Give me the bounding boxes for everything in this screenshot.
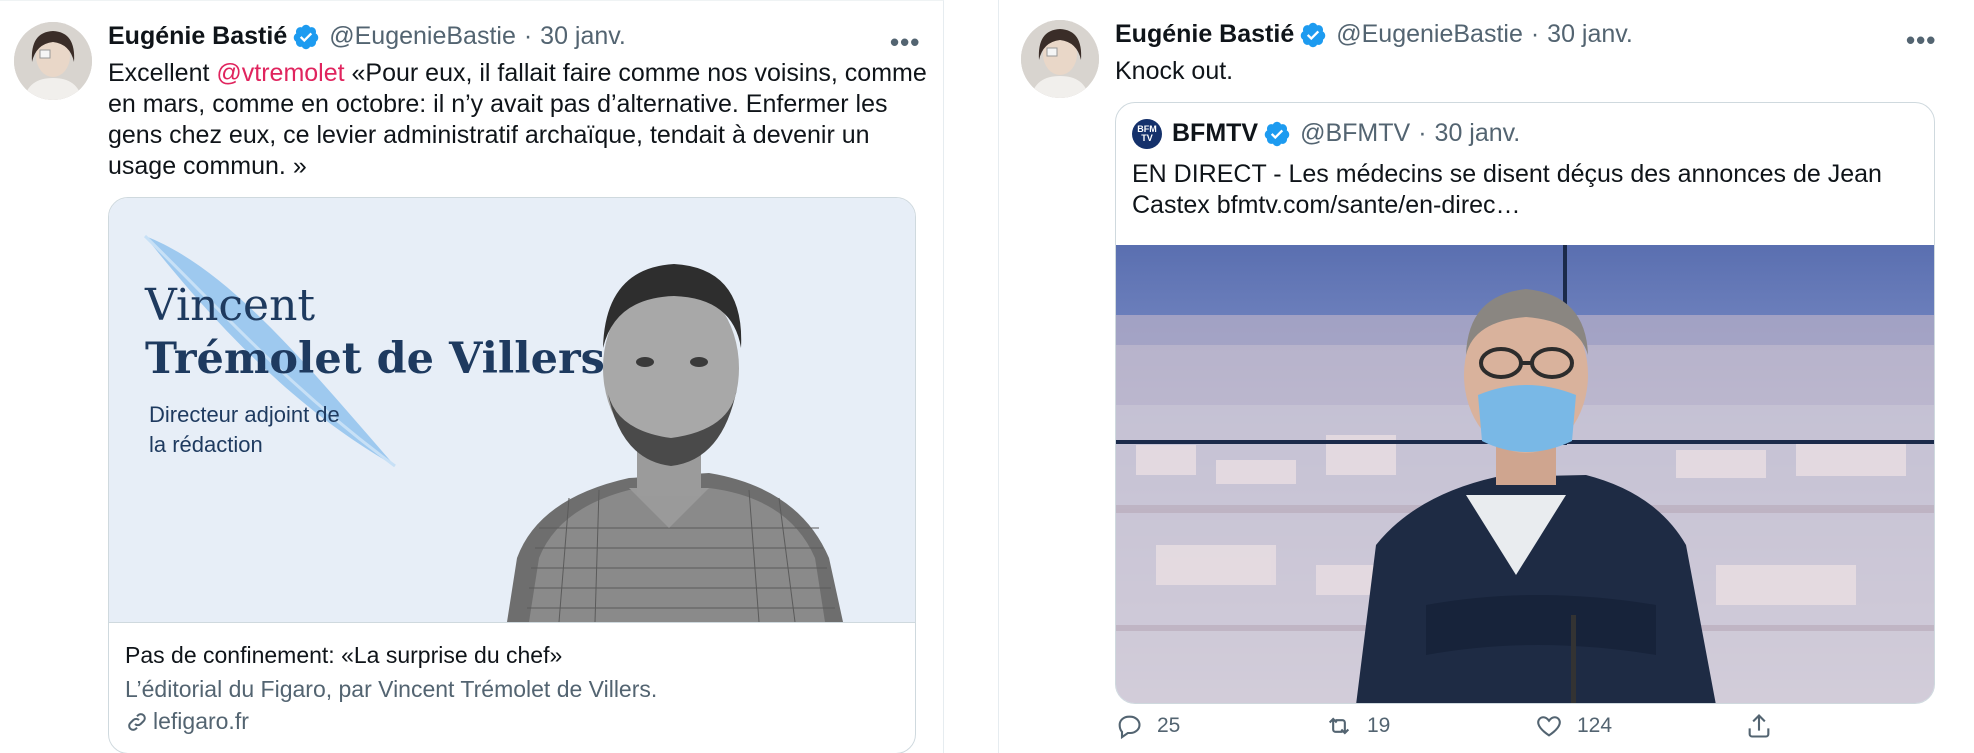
share-action[interactable] xyxy=(1745,712,1805,740)
tweet-text-prefix: Excellent xyxy=(108,59,217,87)
quoted-tweet-date[interactable]: 30 janv. xyxy=(1435,119,1521,148)
mention-link[interactable]: @vtremolet xyxy=(216,59,344,87)
like-action[interactable]: 124 xyxy=(1535,712,1745,740)
heart-icon xyxy=(1537,716,1561,737)
card-image-name-line1: Vincent xyxy=(145,280,316,331)
quoted-tweet-media[interactable] xyxy=(1116,245,1934,703)
retweet-icon xyxy=(1328,717,1350,735)
quoted-tweet[interactable]: BFM TV BFMTV @BFMTV · 30 janv. EN DIRECT… xyxy=(1115,102,1935,704)
quoted-tweet-header: BFMTV @BFMTV · 30 janv. xyxy=(1172,119,1520,148)
link-card[interactable]: Vincent Trémolet de Villers Directeur ad… xyxy=(108,197,916,753)
author-name[interactable]: Eugénie Bastié xyxy=(1115,20,1294,49)
quoted-author-handle[interactable]: @BFMTV xyxy=(1300,119,1410,148)
retweet-action[interactable]: 19 xyxy=(1325,712,1535,740)
verified-badge-icon xyxy=(1299,21,1327,49)
quoted-author-name[interactable]: BFMTV xyxy=(1172,119,1258,148)
card-title[interactable]: Pas de confinement: «La surprise du chef… xyxy=(125,642,562,669)
card-image-role-line1: Directeur adjoint de xyxy=(149,402,340,427)
header-separator: · xyxy=(523,22,533,50)
share-icon xyxy=(1748,714,1770,738)
avatar-image xyxy=(14,22,92,100)
author-avatar[interactable] xyxy=(14,22,92,100)
header-separator: · xyxy=(1530,20,1540,48)
card-domain[interactable]: lefigaro.fr xyxy=(125,708,249,735)
tweet-date[interactable]: 30 janv. xyxy=(540,22,626,51)
quoted-author-avatar[interactable]: BFM TV xyxy=(1132,119,1162,149)
tweet-left[interactable]: Eugénie Bastié @EugenieBastie · 30 janv.… xyxy=(0,0,944,753)
more-options-icon[interactable]: ••• xyxy=(890,29,920,55)
tweet-text: Excellent @vtremolet «Pour eux, il falla… xyxy=(108,58,928,182)
tweet-date[interactable]: 30 janv. xyxy=(1547,20,1633,49)
verified-badge-icon xyxy=(1263,120,1291,148)
author-handle[interactable]: @EugenieBastie xyxy=(329,22,516,51)
verified-badge-icon xyxy=(292,23,320,51)
tweet-right[interactable]: Eugénie Bastié @EugenieBastie · 30 janv.… xyxy=(998,0,1974,753)
card-description[interactable]: L’éditorial du Figaro, par Vincent Trémo… xyxy=(125,676,657,703)
tweet-header: Eugénie Bastié @EugenieBastie · 30 janv. xyxy=(108,22,626,51)
card-divider xyxy=(109,622,915,623)
link-icon xyxy=(128,712,146,731)
tweet-header: Eugénie Bastié @EugenieBastie · 30 janv. xyxy=(1115,20,1633,49)
avatar-image xyxy=(1021,20,1099,98)
retweet-count: 19 xyxy=(1367,714,1391,737)
like-count: 124 xyxy=(1577,714,1613,737)
more-options-icon[interactable]: ••• xyxy=(1906,27,1936,53)
card-image-role-line2: la rédaction xyxy=(149,432,263,457)
reply-icon xyxy=(1118,715,1141,740)
tweet-actions: 25 19 124 xyxy=(1115,712,1805,740)
tweet-text: Knock out. xyxy=(1115,57,1234,85)
reply-count: 25 xyxy=(1157,714,1181,737)
quoted-tweet-text: EN DIRECT - Les médecins se disent déçus… xyxy=(1132,160,1882,219)
reply-action[interactable]: 25 xyxy=(1115,712,1325,740)
author-name[interactable]: Eugénie Bastié xyxy=(108,22,287,51)
card-image: Vincent Trémolet de Villers Directeur ad… xyxy=(109,198,915,622)
header-separator: · xyxy=(1418,119,1427,147)
author-avatar[interactable] xyxy=(1021,20,1099,98)
card-domain-text[interactable]: lefigaro.fr xyxy=(153,708,249,735)
author-handle[interactable]: @EugenieBastie xyxy=(1336,20,1523,49)
card-image-name-line2: Trémolet de Villers xyxy=(145,334,605,384)
video-thumbnail-image xyxy=(1116,245,1934,703)
